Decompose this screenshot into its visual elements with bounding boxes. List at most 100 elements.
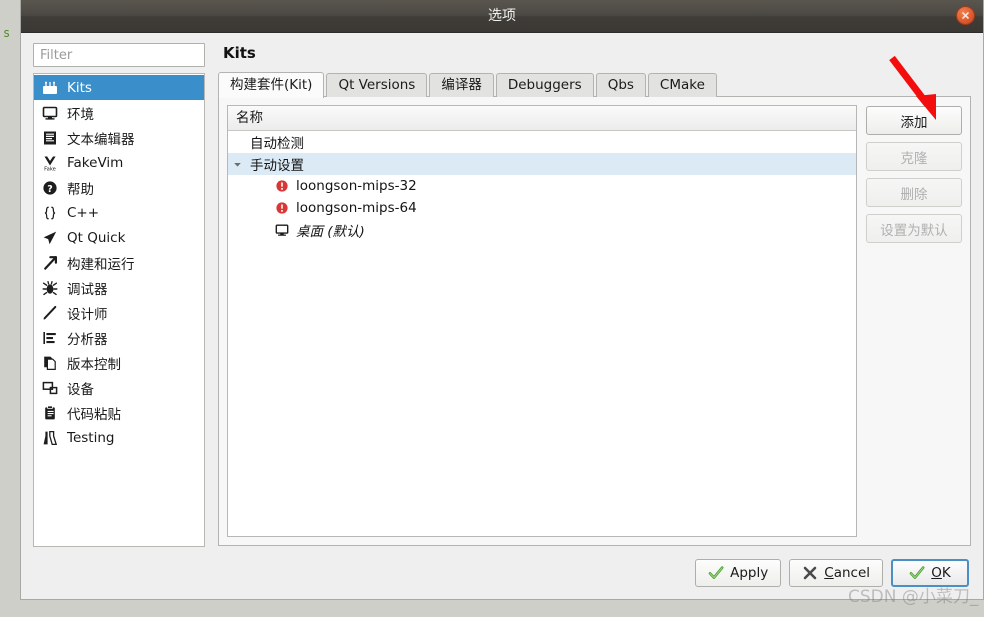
clipboard-icon	[41, 404, 58, 421]
sidebar: Kits 环境 文本编辑器 Fake FakeVim ? 帮助 C++ Qt Quic…	[33, 43, 205, 547]
footer-button-label: Cancel	[824, 565, 870, 581]
footer-button-label: OK	[931, 565, 951, 581]
tree-group-row[interactable]: 手动设置	[228, 153, 856, 175]
tab-0[interactable]: 构建套件(Kit)	[218, 72, 325, 98]
kits-icon	[41, 79, 58, 96]
desktop-background-text: s	[3, 26, 11, 40]
pencil-icon	[41, 304, 58, 321]
kit-button-2: 删除	[866, 178, 962, 207]
tree-body: 自动检测手动设置 loongson-mips-32 loongson-mips-…	[228, 131, 856, 241]
tree-item-label: 桌面 (默认)	[296, 224, 365, 240]
page-title: Kits	[223, 44, 256, 62]
bug-icon	[41, 279, 58, 296]
footer-button-label: Apply	[730, 565, 769, 581]
tab-2[interactable]: 编译器	[429, 73, 494, 97]
window-titlebar: 选项	[21, 0, 983, 33]
tree-group-label: 自动检测	[250, 136, 304, 152]
tab-panel: 名称 自动检测手动设置 loongson-mips-32 loongson-mi…	[218, 96, 971, 546]
tab-5[interactable]: CMake	[647, 73, 717, 97]
error-icon	[274, 201, 289, 216]
sidebar-item-版本控制[interactable]: 版本控制	[34, 350, 204, 375]
check-icon	[708, 565, 724, 581]
flask-icon	[41, 429, 58, 446]
tab-1[interactable]: Qt Versions	[326, 73, 428, 97]
monitor-icon	[274, 223, 289, 238]
dialog-body: Kits 环境 文本编辑器 Fake FakeVim ? 帮助 C++ Qt Quic…	[21, 33, 983, 547]
tree-item-content: loongson-mips-32	[228, 178, 417, 194]
sidebar-item-环境[interactable]: 环境	[34, 100, 204, 125]
sidebar-item-label: 代码粘贴	[67, 406, 121, 423]
footer-button-cancel[interactable]: Cancel	[789, 559, 883, 587]
footer-button-ok[interactable]: OK	[891, 559, 969, 587]
tree-item-label: loongson-mips-32	[296, 178, 417, 194]
hammer-icon	[41, 254, 58, 271]
tab-3[interactable]: Debuggers	[495, 73, 594, 97]
tree-item-content: 桌面 (默认)	[228, 220, 365, 240]
sidebar-item-label: Testing	[67, 429, 115, 446]
options-dialog-window: 选项 Kits 环境 文本编辑器 FakeFakeVim ?帮助 C++Qt	[20, 0, 984, 600]
sidebar-item-label: Qt Quick	[67, 229, 126, 246]
sidebar-item-label: C++	[67, 204, 100, 221]
sidebar-item-label: 设计师	[67, 306, 108, 323]
tab-4[interactable]: Qbs	[595, 73, 646, 97]
svg-text:Fake: Fake	[44, 166, 56, 171]
tab-bar: 构建套件(Kit) Qt Versions 编译器 Debuggers Qbs CMake	[218, 71, 971, 98]
sidebar-item-帮助[interactable]: ? 帮助	[34, 175, 204, 200]
dialog-footer: Apply Cancel OK	[21, 547, 983, 599]
error-icon	[274, 179, 289, 194]
text-editor-icon	[41, 129, 58, 146]
sidebar-item-调试器[interactable]: 调试器	[34, 275, 204, 300]
sidebar-item-label: 设备	[67, 381, 94, 398]
sidebar-item-文本编辑器[interactable]: 文本编辑器	[34, 125, 204, 150]
braces-icon	[41, 204, 58, 221]
sidebar-item-c++[interactable]: C++	[34, 200, 204, 225]
check-icon	[909, 565, 925, 581]
footer-button-apply[interactable]: Apply	[695, 559, 782, 587]
category-list: Kits 环境 文本编辑器 Fake FakeVim ? 帮助 C++ Qt Quic…	[33, 73, 205, 547]
sidebar-item-label: 帮助	[67, 181, 94, 198]
tree-item-content: loongson-mips-64	[228, 200, 417, 216]
tree-item-label: loongson-mips-64	[296, 200, 417, 216]
sidebar-item-label: 文本编辑器	[67, 131, 135, 148]
sidebar-item-qt-quick[interactable]: Qt Quick	[34, 225, 204, 250]
sidebar-item-label: 构建和运行	[67, 256, 135, 273]
tree-item-row[interactable]: 桌面 (默认)	[228, 219, 856, 241]
tree-item-row[interactable]: loongson-mips-32	[228, 175, 856, 197]
devices-icon	[41, 379, 58, 396]
dialog-content-row: Kits 环境 文本编辑器 Fake FakeVim ? 帮助 C++ Qt Quic…	[33, 43, 971, 547]
analyzer-icon	[41, 329, 58, 346]
tree-group-row[interactable]: 自动检测	[228, 131, 856, 153]
sidebar-item-设计师[interactable]: 设计师	[34, 300, 204, 325]
kit-action-buttons: 添加克隆删除设置为默认	[866, 105, 962, 537]
filter-input[interactable]	[33, 43, 205, 67]
sidebar-item-设备[interactable]: 设备	[34, 375, 204, 400]
kit-button-0[interactable]: 添加	[866, 106, 962, 135]
kits-tree[interactable]: 名称 自动检测手动设置 loongson-mips-32 loongson-mi…	[227, 105, 857, 537]
window-title: 选项	[488, 8, 516, 24]
paper-plane-icon	[41, 229, 58, 246]
copy-pages-icon	[41, 354, 58, 371]
sidebar-item-代码粘贴[interactable]: 代码粘贴	[34, 400, 204, 425]
cross-icon	[802, 565, 818, 581]
tree-item-row[interactable]: loongson-mips-64	[228, 197, 856, 219]
sidebar-item-kits[interactable]: Kits	[34, 75, 204, 100]
help-question-icon: ?	[41, 179, 58, 196]
sidebar-item-label: FakeVim	[67, 154, 124, 171]
sidebar-item-构建和运行[interactable]: 构建和运行	[34, 250, 204, 275]
main-panel: Kits 构建套件(Kit) Qt Versions 编译器 Debuggers Qbs…	[205, 43, 971, 547]
sidebar-item-分析器[interactable]: 分析器	[34, 325, 204, 350]
kit-button-3: 设置为默认	[866, 214, 962, 243]
kit-button-1: 克隆	[866, 142, 962, 171]
sidebar-item-label: 调试器	[67, 281, 108, 298]
sidebar-item-testing[interactable]: Testing	[34, 425, 204, 450]
sidebar-item-label: 分析器	[67, 331, 108, 348]
sidebar-item-fakevim[interactable]: Fake FakeVim	[34, 150, 204, 175]
svg-text:?: ?	[47, 183, 53, 194]
sidebar-item-label: Kits	[67, 79, 92, 96]
monitor-icon	[41, 104, 58, 121]
close-icon[interactable]	[956, 6, 975, 25]
chevron-down-icon[interactable]	[228, 160, 246, 169]
sidebar-item-label: 环境	[67, 106, 94, 123]
tree-column-header-name[interactable]: 名称	[228, 106, 856, 131]
tree-group-label: 手动设置	[250, 158, 304, 174]
